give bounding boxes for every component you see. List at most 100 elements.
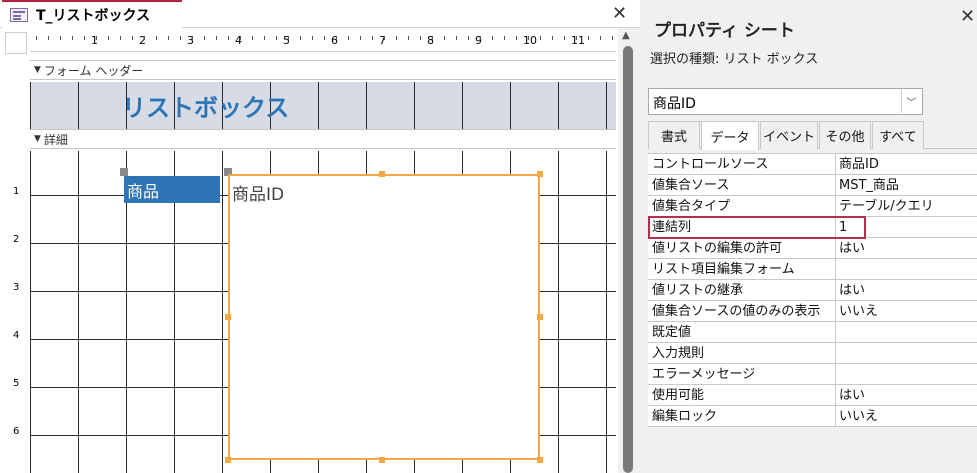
horizontal-ruler: 123456789101112 <box>30 32 616 52</box>
ruler-tick <box>132 36 133 40</box>
resize-handle[interactable] <box>537 314 543 320</box>
ruler-tick <box>192 36 193 40</box>
move-handle[interactable] <box>120 168 128 176</box>
resize-handle[interactable] <box>225 457 231 463</box>
tab-format[interactable]: 書式 <box>648 121 700 149</box>
ruler-tick <box>360 36 361 40</box>
ruler-tick <box>504 36 505 40</box>
ruler-tick <box>492 36 493 40</box>
ruler-tick <box>144 36 145 40</box>
property-row[interactable]: 値リストの編集の許可 はい <box>648 238 977 259</box>
property-row[interactable]: 値リストの継承 はい <box>648 280 977 301</box>
property-value[interactable]: 商品ID <box>839 154 977 175</box>
object-selector-combo[interactable]: 商品ID ﹀ <box>648 88 923 115</box>
property-value[interactable]: はい <box>839 238 977 259</box>
ruler-number: 10 <box>523 34 537 47</box>
resize-handle[interactable] <box>537 457 543 463</box>
close-icon[interactable]: ✕ <box>960 6 975 27</box>
property-row[interactable]: コントロールソース 商品ID <box>648 154 977 175</box>
ruler-tick <box>264 36 265 40</box>
property-name: 使用可能 <box>648 385 836 406</box>
property-value[interactable]: MST_商品 <box>839 175 977 196</box>
property-name: 値集合ソースの値のみの表示 <box>648 301 836 322</box>
ruler-tick <box>204 36 205 40</box>
vertical-ruler: 1 2 3 4 5 6 <box>5 58 27 473</box>
property-value[interactable] <box>839 259 977 280</box>
resize-handle[interactable] <box>379 457 385 463</box>
document-tab[interactable]: T_リストボックス <box>2 0 182 28</box>
property-name: 入力規則 <box>648 343 836 364</box>
ruler-tick <box>336 36 337 40</box>
property-row[interactable]: 値集合ソース MST_商品 <box>648 175 977 196</box>
property-name: 編集ロック <box>648 406 836 427</box>
ruler-tick <box>252 36 253 40</box>
tab-other[interactable]: その他 <box>819 121 871 149</box>
property-value[interactable] <box>839 343 977 364</box>
ruler-tick <box>408 36 409 40</box>
property-value[interactable]: はい <box>839 385 977 406</box>
property-row[interactable]: 値集合タイプ テーブル/クエリ <box>648 196 977 217</box>
tab-all[interactable]: すべて <box>872 121 924 149</box>
ruler-tick <box>240 36 241 40</box>
property-row[interactable]: 使用可能 はい <box>648 385 977 406</box>
highlight-box <box>648 216 866 239</box>
property-row[interactable]: 編集ロック いいえ <box>648 406 977 427</box>
scrollbar-thumb[interactable] <box>623 46 633 473</box>
object-selector-value: 商品ID <box>653 96 696 112</box>
property-name: 値リストの継承 <box>648 280 836 301</box>
ruler-tick <box>156 36 157 40</box>
property-value[interactable]: いいえ <box>839 301 977 322</box>
ruler-tick <box>528 36 529 40</box>
ruler-number: 11 <box>571 34 585 47</box>
chevron-down-icon[interactable]: ﹀ <box>901 90 921 113</box>
ruler-tick <box>348 36 349 40</box>
property-name: リスト項目編集フォーム <box>648 259 836 280</box>
property-row[interactable]: 値集合ソースの値のみの表示 いいえ <box>648 301 977 322</box>
tab-data[interactable]: データ <box>701 121 759 150</box>
selection-type-label: 選択の種類: リスト ボックス <box>650 52 819 67</box>
document-tab-label: T_リストボックス <box>36 8 151 24</box>
ruler-tick <box>36 36 37 40</box>
resize-handle[interactable] <box>225 314 231 320</box>
form-header-label: フォーム ヘッダー <box>43 63 144 78</box>
property-value[interactable]: いいえ <box>839 406 977 427</box>
ruler-tick <box>216 36 217 40</box>
ruler-tick <box>540 36 541 40</box>
property-value[interactable] <box>839 364 977 385</box>
property-row[interactable]: リスト項目編集フォーム <box>648 259 977 280</box>
header-title-label[interactable]: リストボックス <box>122 88 289 123</box>
ruler-tick <box>468 36 469 40</box>
product-label-control[interactable]: 商品 <box>124 176 220 203</box>
scroll-up-icon[interactable]: ▲ <box>622 30 630 41</box>
ruler-tick <box>372 36 373 40</box>
resize-handle[interactable] <box>379 171 385 177</box>
property-name: 値集合タイプ <box>648 196 836 217</box>
detail-section-bar[interactable]: ▼ 詳細 <box>30 129 616 149</box>
property-row[interactable]: エラーメッセージ <box>648 364 977 385</box>
ruler-tick <box>480 36 481 40</box>
property-row[interactable]: 入力規則 <box>648 343 977 364</box>
resize-handle[interactable] <box>537 171 543 177</box>
ruler-tick <box>420 36 421 40</box>
form-design-view: T_リストボックス ✕ 123456789101112 123456 ▼ フォー… <box>0 0 640 473</box>
ruler-number: 3 <box>13 282 20 293</box>
close-icon[interactable]: ✕ <box>612 3 627 24</box>
property-value[interactable]: はい <box>839 280 977 301</box>
ruler-corner[interactable] <box>5 32 27 54</box>
property-value[interactable]: テーブル/クエリ <box>839 196 977 217</box>
ruler-tick <box>180 36 181 40</box>
ruler-tick <box>108 36 109 40</box>
ruler-tick <box>300 36 301 40</box>
ruler-tick <box>96 36 97 40</box>
property-value[interactable] <box>839 322 977 343</box>
form-icon <box>10 8 28 22</box>
property-row[interactable]: 既定値 <box>648 322 977 343</box>
ruler-tick <box>576 36 577 40</box>
listbox-control[interactable]: 商品ID <box>228 174 540 460</box>
ruler-number: 5 <box>13 378 20 389</box>
form-header-area[interactable] <box>30 82 616 129</box>
listbox-source-text: 商品ID <box>232 185 285 205</box>
form-header-section-bar[interactable]: ▼ フォーム ヘッダー <box>30 60 616 80</box>
property-sheet-title: プロパティ シート <box>654 21 795 41</box>
tab-event[interactable]: イベント <box>760 121 818 149</box>
